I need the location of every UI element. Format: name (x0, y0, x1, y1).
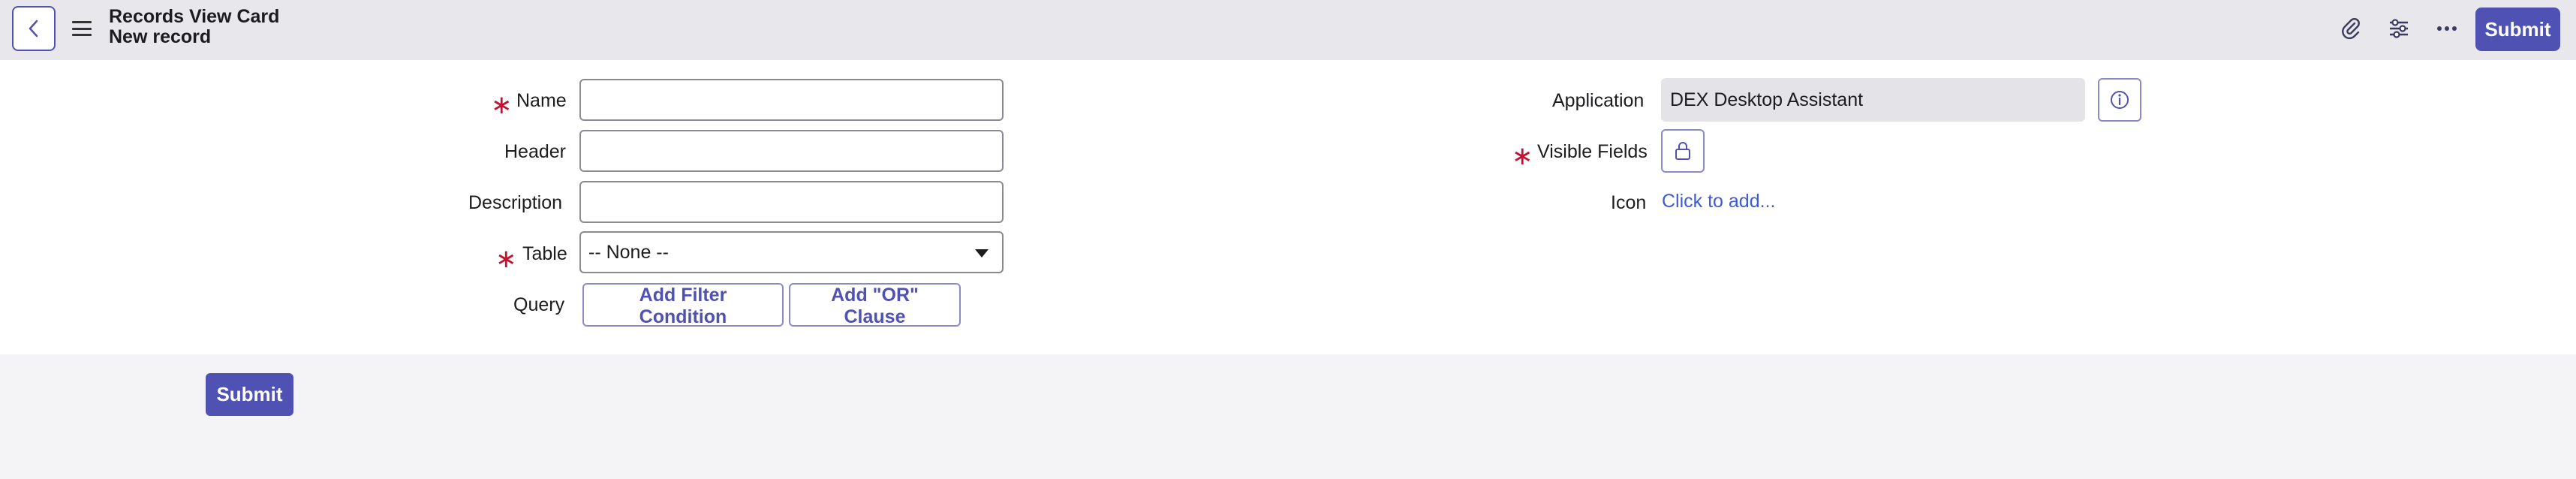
add-filter-condition-button[interactable]: Add Filter Condition (582, 283, 784, 327)
record-form: ∗ Name Header Description ∗ Table -- Non… (0, 60, 2576, 354)
back-button[interactable] (12, 6, 56, 51)
table-label: Table (522, 243, 567, 264)
more-horizontal-icon[interactable] (2432, 14, 2462, 44)
description-label: Description (468, 192, 563, 213)
required-indicator: ∗ (491, 91, 513, 119)
header-input[interactable] (579, 130, 1004, 172)
header-label: Header (504, 141, 566, 162)
name-input[interactable] (579, 79, 1004, 121)
application-value: DEX Desktop Assistant (1670, 89, 1864, 110)
form-title: Records View Card (109, 6, 280, 27)
lock-icon (1675, 142, 1690, 160)
page-title: Records View Card New record (109, 7, 279, 47)
application-field: DEX Desktop Assistant (1661, 78, 2085, 122)
name-label: Name (516, 90, 567, 111)
chevron-left-icon (29, 20, 38, 38)
query-label: Query (513, 294, 565, 315)
add-or-clause-button[interactable]: Add "OR" Clause (789, 283, 961, 327)
table-select[interactable]: -- None -- (579, 231, 1004, 273)
required-indicator: ∗ (495, 245, 517, 273)
icon-label: Icon (1611, 192, 1647, 213)
bottom-submit-button[interactable]: Submit (206, 373, 293, 416)
header-submit-button[interactable]: Submit (2475, 8, 2560, 51)
hamburger-menu-icon[interactable] (72, 21, 92, 36)
description-input[interactable] (579, 181, 1004, 223)
visible-fields-unlock-button[interactable] (1661, 129, 1705, 173)
table-select-value: -- None -- (588, 241, 669, 263)
form-header: Records View Card New record Submit (0, 0, 2576, 60)
required-indicator: ∗ (1512, 142, 1533, 170)
visible-fields-label: Visible Fields (1537, 141, 1648, 162)
paperclip-icon[interactable] (2336, 14, 2366, 44)
caret-down-icon (975, 249, 989, 258)
icon-add-link[interactable]: Click to add... (1662, 191, 1775, 212)
application-info-button[interactable] (2098, 78, 2141, 122)
form-subtitle: New record (109, 26, 212, 47)
sliders-icon[interactable] (2384, 14, 2414, 44)
info-icon (2111, 91, 2129, 109)
application-label: Application (1552, 90, 1645, 111)
